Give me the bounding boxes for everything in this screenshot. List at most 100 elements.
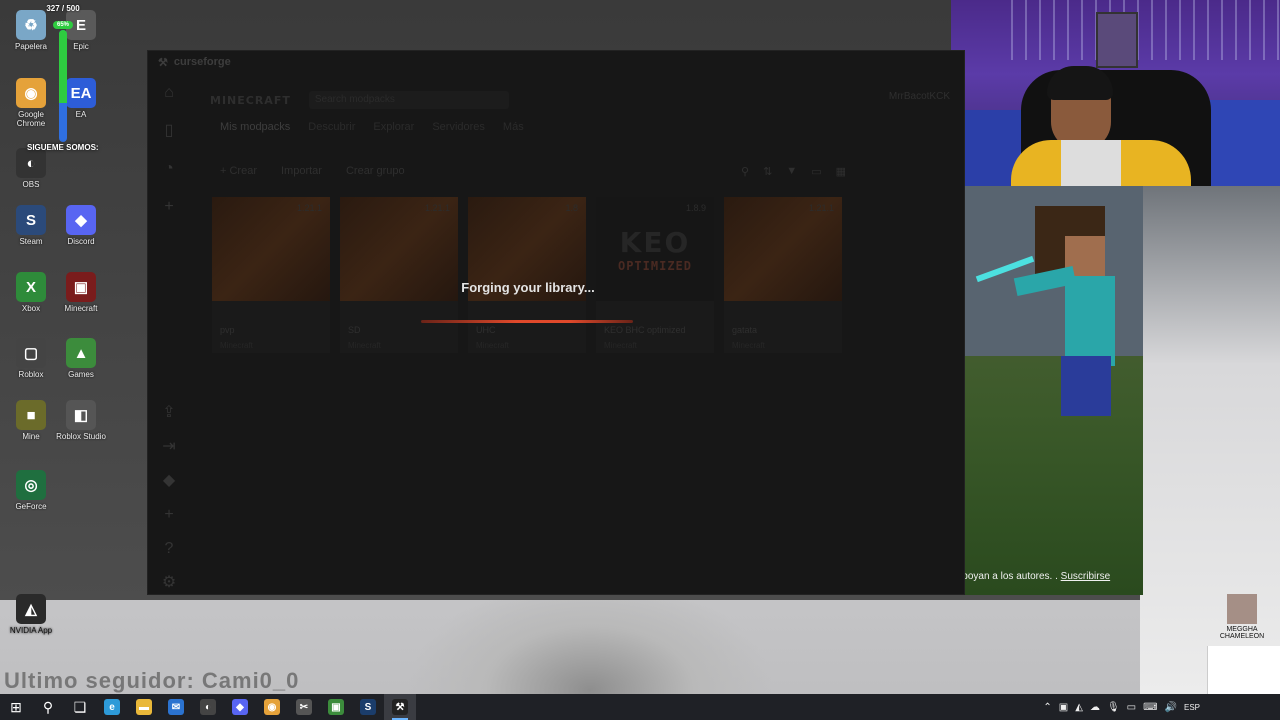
sort-icon[interactable]: ⇅	[763, 165, 772, 178]
curseforge-titlebar: ⚒ curseforge	[148, 51, 964, 73]
outlook-button[interactable]: ✉	[160, 694, 192, 720]
tab-más[interactable]: Más	[503, 121, 524, 133]
desktop-icon-label: Xbox	[21, 304, 41, 313]
desktop-icon[interactable]: ■ Mine	[5, 400, 57, 441]
tray-onedrive-icon[interactable]: ☁	[1090, 702, 1100, 713]
plus-icon[interactable]: +	[159, 505, 179, 525]
add-game-icon[interactable]: +	[159, 197, 179, 217]
grid-view-icon[interactable]: ▦	[836, 165, 846, 178]
desktop-icon[interactable]: ▲ Games	[55, 338, 107, 379]
profile-selector[interactable]: MrrBacotKCK	[889, 91, 950, 102]
import-button[interactable]: Importar	[281, 165, 322, 177]
create-button[interactable]: + Crear	[220, 165, 257, 177]
follower-progress-fill	[59, 30, 67, 103]
taskbar: ⊞ ⚲ ❏ e ▬ ✉ ◐ ◆ ◉ ✂ ▣ S ⚒ ⌃ ▣ ◭ ☁ 🎙 ▭ ⌨ 🔊 ESP	[0, 694, 1280, 720]
keo-logo-text: KEO	[619, 225, 691, 259]
desktop-icon-megha[interactable]: MEGGHA CHAMELEON	[1214, 594, 1270, 640]
desktop-icon-label: GeForce	[15, 502, 47, 511]
ad-video[interactable]	[965, 186, 1143, 595]
upload-icon[interactable]: ⇪	[159, 403, 179, 423]
desktop-icon[interactable]: ◆ Discord	[55, 205, 107, 246]
modpack-card[interactable]: 1.21.1 gatata Minecraft	[724, 197, 842, 353]
modpack-name: pvp	[220, 325, 235, 335]
tray-nvidia-icon[interactable]: ◭	[1075, 702, 1083, 713]
tab-explorar[interactable]: Explorar	[373, 121, 414, 133]
desktop-icon[interactable]: ◐ OBS	[5, 148, 57, 189]
obs-button[interactable]: ◐	[192, 694, 224, 720]
obs-icon: ◐	[200, 699, 216, 715]
loading-message: Forging your library...	[461, 280, 595, 295]
minecraft-game-icon[interactable]: ▯	[159, 121, 179, 141]
follower-percent-badge: 65%	[52, 21, 73, 29]
tab-servidores[interactable]: Servidores	[432, 121, 485, 133]
tray-mic-icon[interactable]: 🎙	[1107, 702, 1120, 713]
minecraft-icon: ▣	[328, 699, 344, 715]
filter-icon[interactable]: ▼	[786, 165, 797, 178]
modpack-card[interactable]: 1.21.1 SD Minecraft	[340, 197, 458, 353]
modpack-card[interactable]: 1.21.1 pvp Minecraft	[212, 197, 330, 353]
minecraft-button[interactable]: ▣	[320, 694, 352, 720]
search-icon[interactable]: ⚲	[741, 165, 749, 178]
streamer-shirt-inner	[1061, 140, 1121, 186]
task-view-button[interactable]: ❏	[64, 694, 96, 720]
steam-button[interactable]: S	[352, 694, 384, 720]
discord-icon[interactable]: ◆	[159, 471, 179, 491]
tray-network-icon[interactable]: ⌨	[1143, 702, 1157, 713]
obs-icon: ◐	[16, 148, 46, 178]
subscribe-link[interactable]: Suscribirse	[1061, 571, 1110, 582]
file-explorer-button[interactable]: ▬	[128, 694, 160, 720]
settings-icon[interactable]: ⚙	[159, 573, 179, 593]
curseforge-button[interactable]: ⚒	[384, 694, 416, 720]
desktop-icon[interactable]: ◭ NVIDIA App	[5, 594, 57, 635]
desktop-icon[interactable]: ◧ Roblox Studio	[55, 400, 107, 441]
desktop-icon-label: Discord	[67, 237, 95, 246]
desktop-icon[interactable]: ▢ Roblox	[5, 338, 57, 379]
game-icon[interactable]: ◔	[159, 159, 179, 179]
tray-volume-icon[interactable]: 🔊	[1165, 702, 1177, 713]
language-indicator[interactable]: ESP	[1184, 703, 1200, 712]
desktop-icon-area: ♻ Papelera E Epic ◉ Google Chrome EA EA ◐ OBS S Ste…	[0, 0, 150, 690]
chrome-icon: ◉	[264, 699, 280, 715]
desktop-icon[interactable]: S Steam	[5, 205, 57, 246]
search-input[interactable]: Search modpacks	[308, 91, 509, 109]
home-icon[interactable]: ⌂	[159, 83, 179, 103]
desktop-icon-label: MEGGHA CHAMELEON	[1219, 626, 1265, 640]
desktop-icon[interactable]: ▣ Minecraft	[55, 272, 107, 313]
curseforge-logo-icon: ⚒	[158, 56, 168, 69]
task-view-icon: ❏	[73, 698, 87, 715]
start-button[interactable]: ⊞	[0, 694, 32, 720]
desktop-icon-label: Papelera	[14, 42, 48, 51]
capture-button[interactable]: ✂	[288, 694, 320, 720]
list-view-icon[interactable]: ▭	[811, 165, 821, 178]
edge-button[interactable]: e	[96, 694, 128, 720]
modpack-version: 1.21.1	[808, 203, 834, 213]
modpack-card[interactable]: KEO OPTIMIZED 1.8.9 KEO BHC optimized Minecr…	[596, 197, 714, 353]
desktop-icon[interactable]: ◎ GeForce	[5, 470, 57, 511]
curseforge-window: ⚒ curseforge ⌂ ▯ ◔ + ⇪ ⇥ ◆ + ? ⚙ MINECRA…	[147, 50, 965, 595]
desktop-icon[interactable]: X Xbox	[5, 272, 57, 313]
modpack-name: SD	[348, 325, 361, 335]
help-icon[interactable]: ?	[159, 539, 179, 559]
tab-descubrir[interactable]: Descubrir	[308, 121, 355, 133]
steam-icon: S	[16, 205, 46, 235]
tray-display-icon[interactable]: ▭	[1127, 702, 1136, 713]
tray-app-icon[interactable]: ▣	[1059, 702, 1068, 713]
tray-chevron-icon[interactable]: ⌃	[1043, 702, 1051, 713]
desktop-icon[interactable]: ◉ Google Chrome	[5, 78, 57, 128]
roblox-icon: ▢	[16, 338, 46, 368]
discord-button[interactable]: ◆	[224, 694, 256, 720]
chrome-button[interactable]: ◉	[256, 694, 288, 720]
tab-mis-modpacks[interactable]: Mis modpacks	[220, 121, 290, 133]
modpack-card[interactable]: 1.8 UHC Minecraft	[468, 197, 586, 353]
view-tools: ⚲ ⇅ ▼ ▭ ▦	[741, 165, 846, 178]
login-icon[interactable]: ⇥	[159, 437, 179, 457]
start-icon: ⊞	[10, 698, 22, 715]
follower-progress-bar	[59, 30, 67, 142]
games-icon: ▲	[66, 338, 96, 368]
nvidia-icon: ◭	[16, 594, 46, 624]
desktop-icon-label: Roblox Studio	[56, 432, 106, 441]
follower-count: 327 / 500	[46, 4, 80, 13]
search-button[interactable]: ⚲	[32, 694, 64, 720]
create-group-button[interactable]: Crear grupo	[346, 165, 405, 177]
modpack-game: Minecraft	[604, 341, 637, 350]
